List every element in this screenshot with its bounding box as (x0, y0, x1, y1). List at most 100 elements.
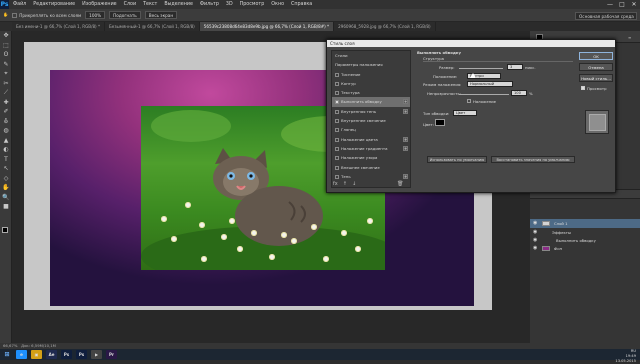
layer-row-background[interactable]: ◉ Фон (530, 244, 640, 253)
tool-icon-5[interactable]: ✂ (0, 79, 12, 89)
style-item-5[interactable]: Выполнить обводку + (332, 97, 410, 107)
fill-type-select[interactable]: Цвет (453, 110, 477, 116)
style-item-6[interactable]: Внутренняя тень + (332, 107, 410, 116)
menu-layers[interactable]: Слои (124, 2, 136, 7)
style-checkbox[interactable] (335, 72, 339, 77)
tool-icon-14[interactable]: ↖ (0, 164, 12, 174)
tool-icon-6[interactable]: ⟋ (0, 88, 12, 98)
panel-menu-icon[interactable]: ≡ (628, 35, 631, 40)
make-default-button[interactable]: Использовать по умолчанию (427, 156, 487, 163)
style-checkbox[interactable] (335, 81, 339, 86)
ok-button[interactable]: OK (579, 52, 613, 60)
workspace-select[interactable]: Основная рабочая среда (575, 12, 637, 20)
menu-3d[interactable]: 3D (226, 2, 233, 7)
taskbar-app-icon-0[interactable]: e (16, 350, 27, 359)
taskbar-app-icon-2[interactable]: Ae (46, 350, 57, 359)
eye-icon[interactable]: ◉ (533, 219, 537, 228)
fx-icon[interactable]: fx (333, 181, 338, 189)
style-item-12[interactable]: Внешнее свечение (332, 163, 410, 172)
style-checkbox[interactable] (335, 119, 339, 124)
style-checkbox[interactable] (335, 137, 339, 142)
tool-icon-13[interactable]: T (0, 155, 12, 165)
taskbar-app-icon-1[interactable]: ▣ (31, 350, 42, 359)
new-style-button[interactable]: Новый стиль... (579, 74, 613, 82)
style-checkbox[interactable] (335, 100, 339, 105)
style-checkbox[interactable] (335, 146, 339, 151)
move-up-icon[interactable]: ↑ (343, 181, 347, 189)
close-icon[interactable]: ✕ (628, 0, 640, 9)
tool-icon-3[interactable]: ✎ (0, 60, 12, 70)
style-item-7[interactable]: Внутреннее свечение (332, 116, 410, 125)
style-item-10[interactable]: Наложение градиента + (332, 144, 410, 153)
fit-screen-button[interactable]: Подогнать (109, 11, 141, 19)
trash-icon[interactable]: 🗑 (397, 181, 403, 189)
stroke-color-swatch[interactable] (435, 119, 445, 126)
menu-image[interactable]: Изображение (82, 2, 117, 7)
style-item-1[interactable]: Параметры наложения (332, 60, 410, 69)
tool-icon-9[interactable]: ⛢ (0, 117, 12, 127)
add-style-icon[interactable]: + (403, 99, 408, 105)
tab-doc-1[interactable]: Без имени-1 @ 66,7% (Слой 1, RGB/8) * (12, 22, 105, 31)
tool-icon-17[interactable]: 🔍 (0, 193, 12, 203)
add-style-icon[interactable]: + (403, 173, 408, 179)
tool-icon-15[interactable]: ◇ (0, 174, 12, 184)
menu-edit[interactable]: Редактирование (33, 2, 75, 7)
add-style-icon[interactable]: + (403, 108, 408, 114)
maximize-icon[interactable]: □ (616, 0, 628, 9)
eye-icon[interactable]: ◉ (533, 244, 537, 253)
style-checkbox[interactable] (335, 174, 339, 179)
preview-checkbox[interactable] (581, 86, 585, 90)
reset-default-button[interactable]: Восстановить значения по умолчанию (491, 156, 575, 163)
foreground-color-swatch[interactable] (2, 227, 8, 233)
tool-icon-16[interactable]: ✋ (0, 183, 12, 193)
layer-row-layer1[interactable]: ◉ Слой 1 (530, 219, 640, 228)
style-item-9[interactable]: Наложение цвета + (332, 135, 410, 144)
opacity-field[interactable]: 100 (511, 90, 527, 96)
tab-doc-4[interactable]: 2960968_5928.jpg @ 66,7% (Слой 1, RGB/8) (334, 22, 436, 31)
tool-icon-18[interactable]: ■ (0, 202, 12, 212)
style-item-11[interactable]: Наложение узора (332, 153, 410, 162)
style-item-3[interactable]: Контур (332, 79, 410, 88)
taskbar-app-icon-6[interactable]: Pr (106, 350, 117, 359)
tab-doc-2[interactable]: Безымянный-1 @ 66,7% (Слой 1, RGB/8) (105, 22, 200, 31)
tool-icon-0[interactable]: ✥ (0, 31, 12, 41)
style-item-4[interactable]: Текстура (332, 88, 410, 97)
style-checkbox[interactable] (335, 109, 339, 114)
system-clock[interactable]: RU 19:49 13.05.2015 (615, 349, 636, 363)
add-style-icon[interactable]: + (403, 145, 408, 151)
taskbar-app-icon-5[interactable]: ▶ (91, 350, 102, 359)
cancel-button[interactable]: Отмена (579, 63, 613, 71)
style-item-0[interactable]: Стили (332, 51, 410, 60)
tool-icon-4[interactable]: ⌖ (0, 69, 12, 79)
menu-window[interactable]: Окно (271, 2, 284, 7)
move-down-icon[interactable]: ↓ (352, 181, 356, 189)
scroll-all-checkbox[interactable] (12, 12, 18, 18)
blend-mode-select[interactable]: Нормальный (467, 81, 513, 87)
taskbar-app-icon-3[interactable]: Ps (61, 350, 72, 359)
tool-icon-2[interactable]: ʘ (0, 50, 12, 60)
overprint-checkbox[interactable] (467, 99, 471, 103)
tool-icon-12[interactable]: ◐ (0, 145, 12, 155)
style-checkbox[interactable] (335, 156, 339, 161)
taskbar-app-icon-4[interactable]: Ps (76, 350, 87, 359)
tool-icon-1[interactable]: ⬚ (0, 41, 12, 51)
tool-icon-10[interactable]: ◍ (0, 126, 12, 136)
menu-filter[interactable]: Фильтр (200, 2, 219, 7)
style-item-13[interactable]: Тень + (332, 172, 410, 181)
size-slider[interactable] (459, 68, 503, 69)
style-item-2[interactable]: Тиснение (332, 70, 410, 79)
menu-type[interactable]: Текст (143, 2, 157, 7)
windows-start-icon[interactable]: ⊞ (2, 350, 12, 359)
zoom-readout[interactable]: 66,67% (3, 343, 17, 348)
menu-view[interactable]: Просмотр (240, 2, 265, 7)
menu-select[interactable]: Выделение (164, 2, 193, 7)
menu-help[interactable]: Справка (291, 2, 312, 7)
fill-screen-button[interactable]: Весь экран (144, 11, 178, 19)
style-checkbox[interactable] (335, 165, 339, 170)
style-checkbox[interactable] (335, 91, 339, 96)
opacity-slider[interactable] (459, 94, 509, 95)
style-item-8[interactable]: Глянец (332, 125, 410, 134)
size-field[interactable]: 3 (507, 64, 523, 70)
menu-file[interactable]: Файл (13, 2, 26, 7)
tool-icon-11[interactable]: ▲ (0, 136, 12, 146)
